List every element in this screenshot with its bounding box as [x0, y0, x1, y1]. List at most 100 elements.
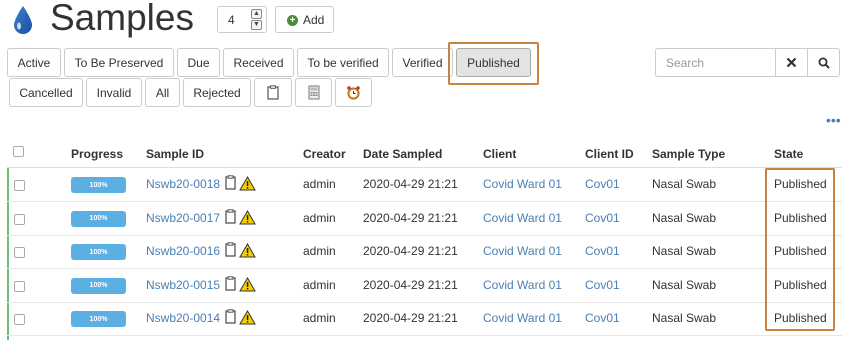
- plus-icon: +: [287, 15, 298, 26]
- count-value[interactable]: 4: [228, 13, 235, 27]
- clipboard-icon: [225, 242, 236, 257]
- progress-bar: 100%: [71, 210, 126, 227]
- warning-icon: [239, 176, 256, 191]
- column-header-client[interactable]: Client: [483, 147, 516, 161]
- filter-all-button[interactable]: All: [145, 78, 180, 107]
- column-header-creator[interactable]: Creator: [303, 147, 346, 161]
- date-sampled-cell: 2020-04-29 21:21: [363, 244, 458, 258]
- clipboard-icon: [225, 309, 236, 324]
- progress-bar: 100%: [71, 244, 126, 260]
- row-divider: [7, 335, 842, 336]
- column-header-state[interactable]: State: [774, 147, 803, 161]
- client-id-link[interactable]: Cov01: [585, 278, 620, 292]
- filter-received-button[interactable]: Received: [223, 48, 294, 77]
- column-header-progress[interactable]: Progress: [71, 147, 123, 161]
- count-stepper[interactable]: 4 ▲ ▼: [217, 6, 267, 33]
- add-button-label: Add: [303, 13, 325, 27]
- row-checkbox[interactable]: [14, 180, 25, 191]
- state-cell: Published: [774, 311, 827, 325]
- table-row[interactable]: 100% Nswb20-0016 admin 2020-04-29 21:21 …: [0, 235, 849, 269]
- client-id-link[interactable]: Cov01: [585, 211, 620, 225]
- row-checkbox[interactable]: [14, 314, 25, 325]
- client-id-link[interactable]: Cov01: [585, 244, 620, 258]
- row-checkbox[interactable]: [14, 280, 25, 292]
- sample-type-cell: Nasal Swab: [652, 244, 717, 258]
- sample-id-link[interactable]: Nswb20-0015: [146, 278, 220, 292]
- table-row[interactable]: 100% Nswb20-0018 admin 2020-04-29 21:21 …: [0, 168, 849, 202]
- search-icon: [818, 57, 830, 69]
- sample-type-cell: Nasal Swab: [652, 210, 717, 225]
- filter-due-button[interactable]: Due: [177, 48, 220, 77]
- filter-clipboard-button[interactable]: [254, 78, 292, 107]
- filter-to-be-verified-button[interactable]: To be verified: [297, 48, 389, 77]
- row-checkbox[interactable]: [14, 213, 25, 225]
- column-header-sample-type[interactable]: Sample Type: [652, 147, 725, 161]
- sample-id-link[interactable]: Nswb20-0018: [146, 177, 220, 191]
- creator-cell: admin: [303, 210, 336, 225]
- client-link[interactable]: Covid Ward 01: [483, 211, 562, 225]
- progress-label: 100%: [89, 315, 108, 323]
- progress-label: 100%: [89, 248, 108, 256]
- column-header-date-sampled[interactable]: Date Sampled: [363, 147, 442, 161]
- filter-to-be-preserved-button[interactable]: To Be Preserved: [64, 48, 174, 77]
- client-link[interactable]: Covid Ward 01: [483, 278, 562, 292]
- table-row[interactable]: 100% Nswb20-0015 admin 2020-04-29 21:21 …: [0, 269, 849, 303]
- filter-calculator-button[interactable]: [295, 78, 332, 107]
- sample-id-link[interactable]: Nswb20-0014: [146, 311, 220, 325]
- clipboard-icon: [225, 175, 236, 190]
- column-header-sample-id[interactable]: Sample ID: [146, 147, 204, 161]
- row-checkbox[interactable]: [14, 247, 25, 258]
- client-link[interactable]: Covid Ward 01: [483, 311, 562, 325]
- progress-label: 100%: [89, 282, 108, 289]
- clipboard-icon: [225, 275, 236, 291]
- creator-cell: admin: [303, 311, 336, 325]
- calculator-icon: [308, 85, 319, 100]
- sample-id-link[interactable]: Nswb20-0017: [146, 211, 220, 225]
- add-button[interactable]: + Add: [275, 6, 334, 33]
- creator-cell: admin: [303, 244, 336, 258]
- creator-cell: admin: [303, 177, 336, 191]
- more-options-icon[interactable]: •••: [826, 113, 841, 127]
- sample-id-link[interactable]: Nswb20-0016: [146, 244, 220, 258]
- client-id-link[interactable]: Cov01: [585, 177, 620, 191]
- filter-invalid-button[interactable]: Invalid: [86, 78, 142, 107]
- page-title: Samples: [50, 0, 194, 38]
- filter-rejected-button[interactable]: Rejected: [183, 78, 251, 107]
- search-button[interactable]: [807, 48, 840, 77]
- close-icon: [786, 57, 797, 68]
- warning-icon: [239, 209, 256, 224]
- table-row[interactable]: 100% Nswb20-0014 admin 2020-04-29 21:21 …: [0, 302, 849, 336]
- client-link[interactable]: Covid Ward 01: [483, 244, 562, 258]
- column-header-client-id[interactable]: Client ID: [585, 147, 634, 161]
- warning-icon: [239, 276, 256, 291]
- date-sampled-cell: 2020-04-29 21:21: [363, 277, 458, 292]
- search-input[interactable]: [655, 48, 775, 77]
- progress-label: 100%: [89, 215, 108, 222]
- creator-cell: admin: [303, 277, 336, 292]
- warning-icon: [239, 310, 256, 325]
- sample-type-cell: Nasal Swab: [652, 177, 717, 191]
- progress-label: 100%: [89, 181, 108, 189]
- client-id-link[interactable]: Cov01: [585, 311, 620, 325]
- date-sampled-cell: 2020-04-29 21:21: [363, 311, 458, 325]
- filter-active-button[interactable]: Active: [7, 48, 61, 77]
- filter-alarm-button[interactable]: [335, 78, 372, 107]
- warning-icon: [239, 243, 256, 258]
- client-link[interactable]: Covid Ward 01: [483, 177, 562, 191]
- clipboard-icon: [225, 208, 236, 224]
- date-sampled-cell: 2020-04-29 21:21: [363, 177, 458, 191]
- clear-search-button[interactable]: [775, 48, 808, 77]
- state-cell: Published: [774, 244, 827, 258]
- sample-type-cell: Nasal Swab: [652, 277, 717, 292]
- filter-cancelled-button[interactable]: Cancelled: [9, 78, 83, 107]
- select-all-checkbox[interactable]: [13, 146, 24, 157]
- decrement-button[interactable]: ▼: [251, 20, 262, 30]
- state-cell: Published: [774, 177, 827, 191]
- water-drop-icon: [14, 6, 32, 34]
- filter-published-button[interactable]: Published: [456, 48, 531, 77]
- increment-button[interactable]: ▲: [251, 9, 262, 19]
- table-row[interactable]: 100% Nswb20-0017 admin 2020-04-29 21:21 …: [0, 202, 849, 236]
- progress-bar: 100%: [71, 311, 126, 327]
- clipboard-icon: [267, 85, 279, 100]
- filter-verified-button[interactable]: Verified: [392, 48, 453, 77]
